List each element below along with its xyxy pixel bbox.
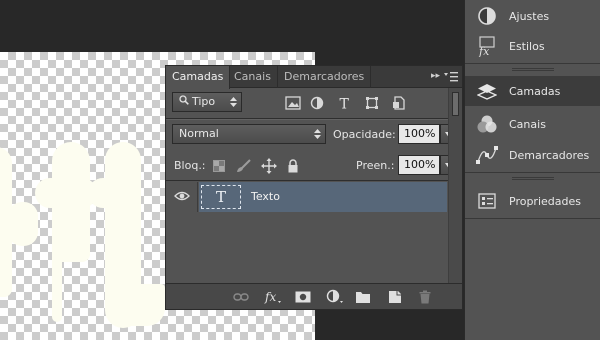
filter-shape-layers-icon[interactable] [363,94,381,112]
lock-image-pixels-icon[interactable] [234,157,252,175]
channels-icon [475,113,499,135]
panel-scrollbar[interactable] [448,88,462,285]
filter-adjustment-layers-icon[interactable] [308,94,326,112]
properties-icon [475,190,499,212]
lock-label: Bloq.: [174,159,206,172]
blend-mode-value: Normal [179,127,219,140]
layer-filter-value: Tipo [192,95,216,108]
text-glyph-shape [88,178,140,208]
dock-item-label: Canais [509,117,546,131]
dock-group-divider [465,172,600,183]
panel-bottom-toolbar: fx [166,283,462,309]
lock-position-icon[interactable] [260,157,278,175]
dock-item-styles[interactable]: fx Estilos [465,31,600,61]
filter-smart-objects-icon[interactable] [390,94,408,112]
dock-item-paths[interactable]: Demarcadores [465,140,600,170]
blend-mode-select[interactable]: Normal [172,124,326,144]
dock-item-label: Ajustes [509,9,550,23]
new-layer-icon[interactable] [386,288,404,306]
layer-item-selected[interactable]: T Texto [199,182,447,212]
delete-layer-trash-icon[interactable] [416,288,434,306]
opacity-field[interactable]: 100% [398,124,440,144]
layer-name[interactable]: Texto [251,182,280,212]
dock-item-label: Propriedades [509,194,581,208]
fill-label: Preen.: [356,159,395,172]
lock-transparent-pixels-icon[interactable] [210,157,228,175]
dock-item-layers[interactable]: Camadas [465,76,600,106]
blend-row: Normal Opacidade: 100% [166,124,462,146]
opacity-label: Opacidade: [333,128,396,141]
layer-visibility-toggle[interactable] [166,182,198,212]
svg-text:fx: fx [264,290,276,304]
tab-paths[interactable]: Demarcadores [278,66,372,88]
dock-item-label: Demarcadores [509,148,590,162]
tab-layers[interactable]: Camadas [166,66,231,89]
updown-arrows-icon [230,96,237,108]
dock-item-label: Camadas [509,84,561,98]
text-glyph-shape [8,202,38,246]
panel-scrollbar-thumb[interactable] [452,92,459,116]
dock-group-divider [465,63,600,74]
dock-item-adjustments[interactable]: Ajustes [465,1,600,31]
filter-type-layers-icon[interactable]: T [336,94,354,112]
new-adjustment-layer-icon[interactable] [326,288,344,306]
panel-menu-icon[interactable] [444,71,458,83]
dock-item-channels[interactable]: Canais [465,109,600,139]
styles-icon: fx [475,35,499,57]
updown-arrows-icon [314,128,321,140]
lock-row: Bloq.: Preen.: 100% [166,155,462,177]
add-mask-icon[interactable] [294,288,312,306]
tab-channels[interactable]: Canais [228,66,278,88]
paths-icon [475,144,499,166]
layer-row[interactable]: T Texto [166,182,462,212]
text-glyph-shape [115,284,165,326]
svg-text:T: T [340,97,350,111]
layers-panel: Camadas Canais Demarcadores ▸▸ Tipo T No… [165,65,463,310]
text-glyph-shape [52,172,62,322]
collapse-panel-button[interactable]: ▸▸ [431,66,440,88]
layer-thumbnail: T [201,185,241,209]
dock-item-label: Estilos [509,39,545,53]
layers-icon [475,80,499,102]
panel-tab-bar: Camadas Canais Demarcadores ▸▸ [166,66,462,89]
fill-field[interactable]: 100% [398,155,440,175]
layer-filter-select[interactable]: Tipo [172,92,242,112]
layer-filter-row: Tipo T [166,92,462,114]
dock-group-divider [465,218,600,219]
link-layers-icon[interactable] [232,288,250,306]
dock-item-properties[interactable]: Propriedades [465,186,600,216]
filter-pixel-layers-icon[interactable] [284,94,302,112]
layer-style-fx-icon[interactable]: fx [264,288,282,306]
right-panel-dock: Ajustes fx Estilos Camadas Canais Demarc… [464,0,600,340]
lock-all-icon[interactable] [284,157,302,175]
eye-icon [173,191,190,204]
search-icon [179,93,189,111]
svg-text:fx: fx [478,45,490,57]
adjustments-icon [475,5,499,27]
new-group-folder-icon[interactable] [354,288,372,306]
